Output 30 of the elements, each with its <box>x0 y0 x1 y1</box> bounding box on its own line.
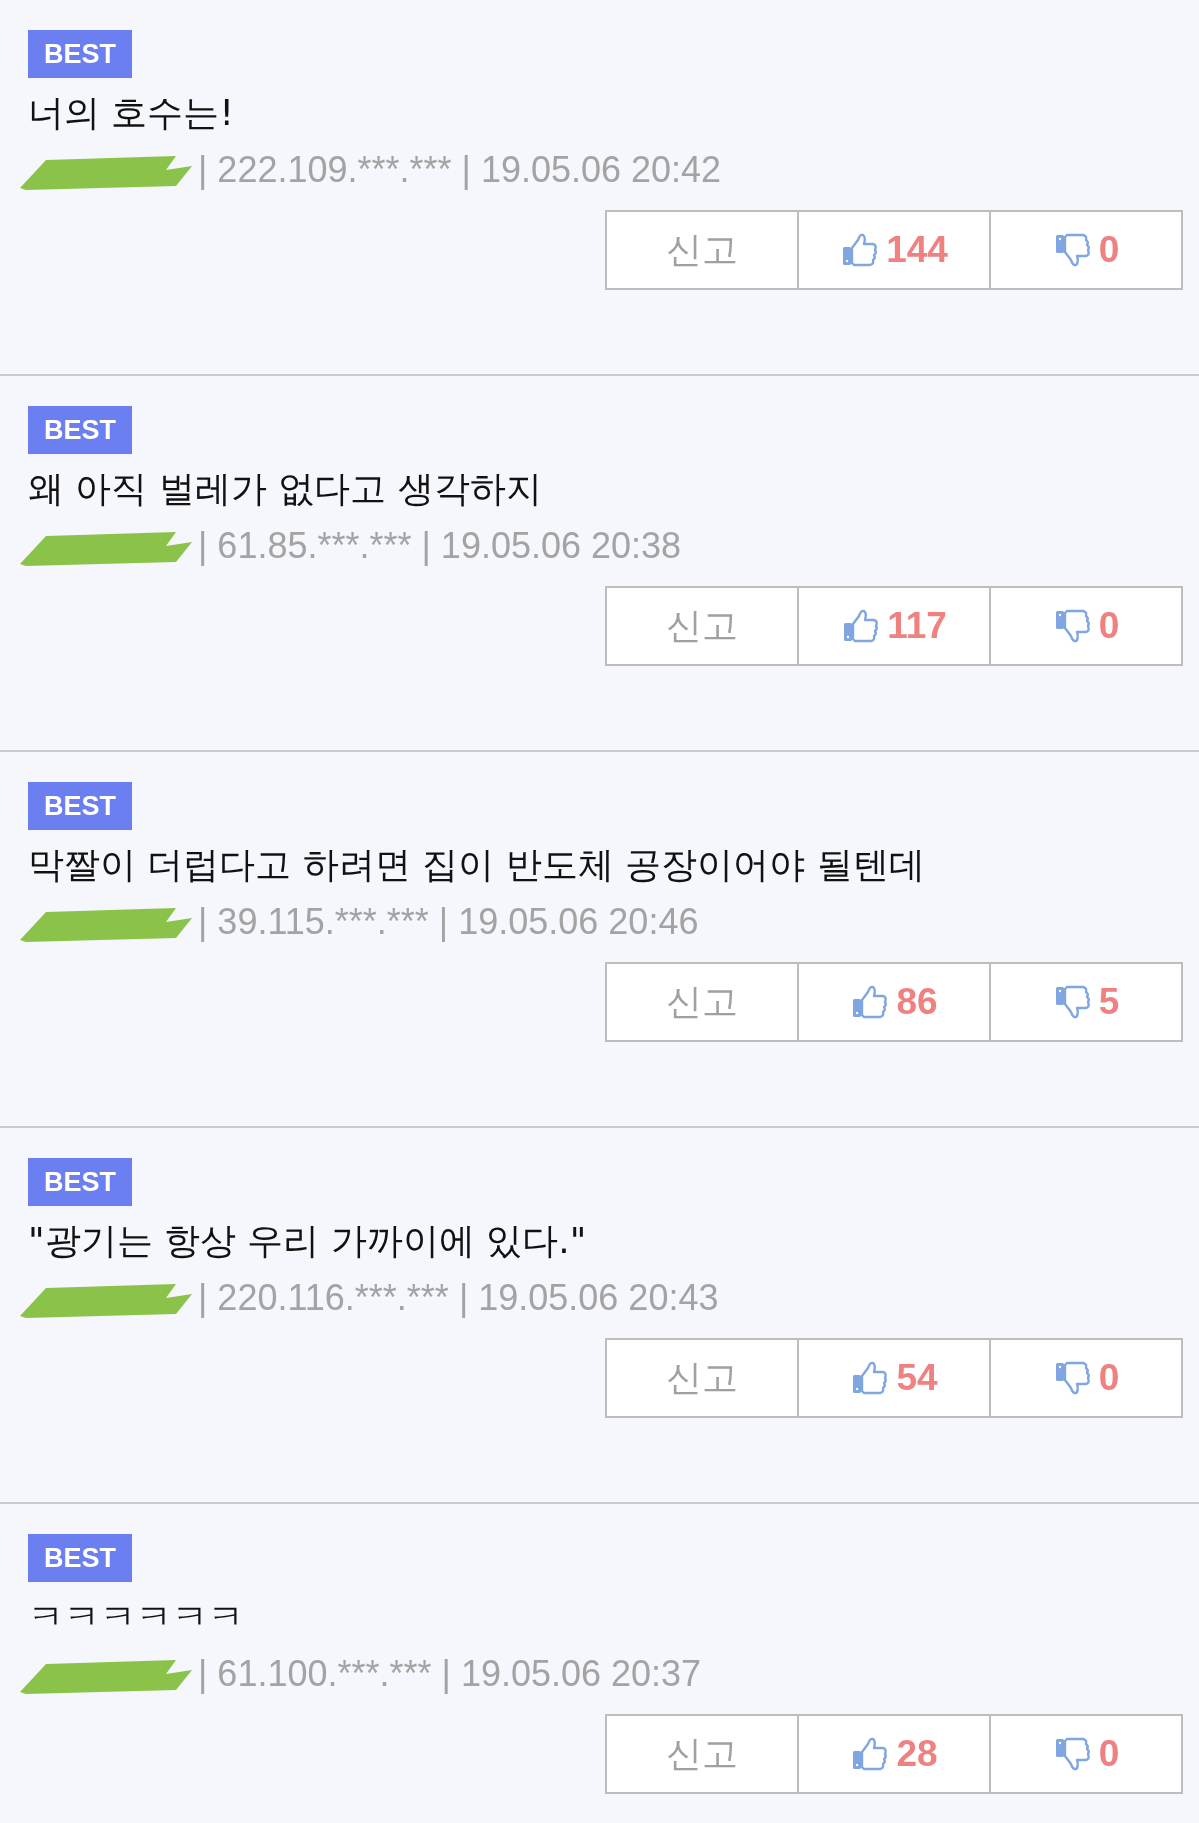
dislike-button[interactable]: 5 <box>989 962 1183 1042</box>
report-button[interactable]: 신고 <box>605 210 799 290</box>
dislike-button[interactable]: 0 <box>989 210 1183 290</box>
report-button[interactable]: 신고 <box>605 962 799 1042</box>
comment-text: 막짤이 더럽다고 하려면 집이 반도체 공장이어야 될텐데 <box>28 843 926 887</box>
best-badge: BEST <box>28 782 132 830</box>
like-button[interactable]: 117 <box>797 586 991 666</box>
comment-meta: | 39.115.***.*** | 19.05.06 20:46 <box>198 901 699 943</box>
comment-meta: | 222.109.***.*** | 19.05.06 20:42 <box>198 149 722 191</box>
comment-meta: | 61.100.***.*** | 19.05.06 20:37 <box>198 1653 702 1695</box>
best-badge: BEST <box>28 1158 132 1206</box>
comment-text: "광기는 항상 우리 가까이에 있다." <box>28 1219 588 1263</box>
best-badge: BEST <box>28 30 132 78</box>
report-button[interactable]: 신고 <box>605 586 799 666</box>
comment-text: 너의 호수는! <box>28 91 235 135</box>
best-badge: BEST <box>28 1534 132 1582</box>
like-button[interactable]: 86 <box>797 962 991 1042</box>
comment-text: ㅋㅋㅋㅋㅋㅋ <box>28 1595 245 1639</box>
report-button[interactable]: 신고 <box>605 1338 799 1418</box>
like-button[interactable]: 28 <box>797 1714 991 1794</box>
comment-meta: | 220.116.***.*** | 19.05.06 20:43 <box>198 1277 719 1319</box>
like-button[interactable]: 54 <box>797 1338 991 1418</box>
comment-text: 왜 아직 벌레가 없다고 생각하지 <box>28 467 543 511</box>
like-button[interactable]: 144 <box>797 210 991 290</box>
report-button[interactable]: 신고 <box>605 1714 799 1794</box>
dislike-button[interactable]: 0 <box>989 1714 1183 1794</box>
comment-meta: | 61.85.***.*** | 19.05.06 20:38 <box>198 525 682 567</box>
dislike-button[interactable]: 0 <box>989 1338 1183 1418</box>
best-badge: BEST <box>28 406 132 454</box>
dislike-button[interactable]: 0 <box>989 586 1183 666</box>
